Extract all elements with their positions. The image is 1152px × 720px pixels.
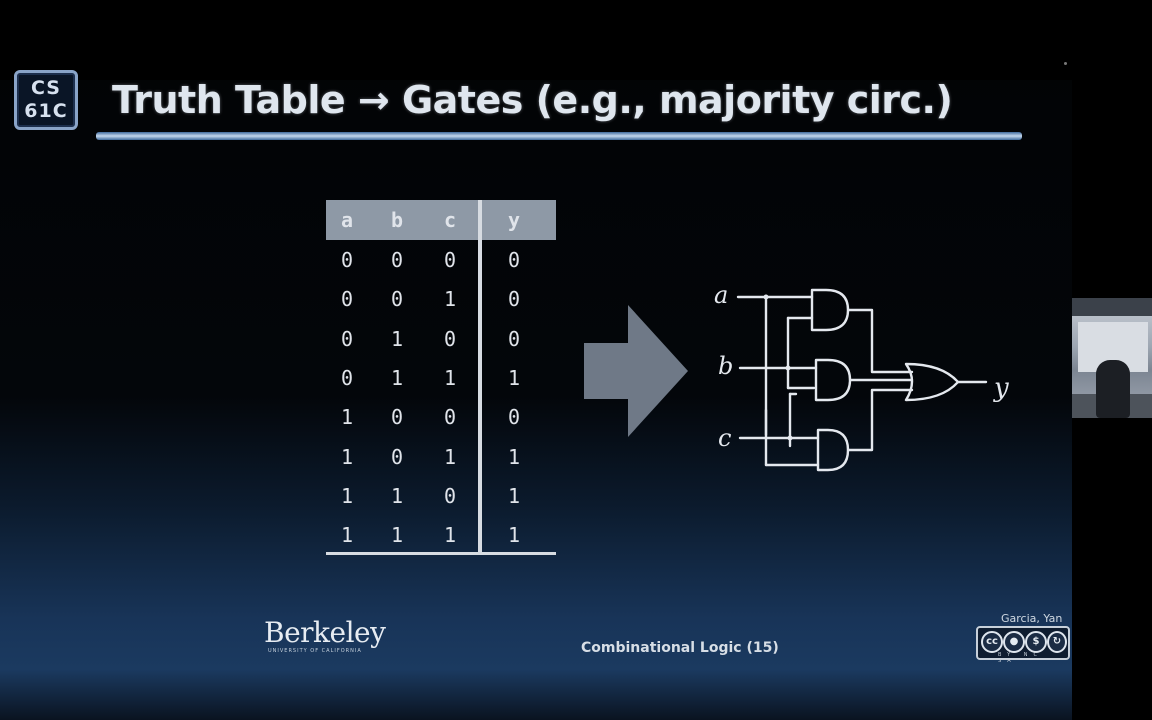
cell-a: 1: [340, 483, 354, 508]
cell-b: 1: [390, 523, 404, 548]
cs61c-logo: CS 61C: [14, 70, 78, 130]
cell-a: 0: [340, 248, 354, 272]
cell-c: 1: [443, 287, 457, 312]
webcam-thumbnail: [1072, 298, 1152, 418]
truth-table-header: a b c y: [326, 200, 556, 240]
title-underline: [96, 132, 1022, 140]
slide-title: Truth Table → Gates (e.g., majority circ…: [112, 78, 953, 122]
cell-y: 1: [507, 365, 521, 390]
cell-b: 1: [390, 483, 404, 508]
nc-icon: $: [1025, 631, 1047, 653]
header-c: c: [443, 208, 457, 232]
sa-icon: ↻: [1047, 631, 1067, 653]
input-a-label: a: [714, 281, 728, 309]
cell-b: 0: [390, 405, 404, 430]
right-arrow-icon: [584, 305, 688, 437]
input-c-label: c: [718, 424, 731, 452]
slide-footer-title: Combinational Logic (15): [581, 640, 779, 656]
cell-c: 0: [443, 483, 457, 508]
slide: CS 61C Truth Table → Gates (e.g., majori…: [0, 0, 1072, 720]
cell-a: 0: [340, 287, 354, 312]
cell-y: 1: [507, 444, 521, 469]
cell-y: 0: [507, 405, 521, 430]
logo-line1: CS: [31, 77, 61, 99]
majority-circuit-diagram: a b c y: [714, 281, 1009, 472]
cell-b: 0: [390, 248, 404, 272]
cell-a: 0: [340, 326, 354, 351]
presenter-silhouette: [1096, 360, 1130, 418]
cell-c: 1: [443, 523, 457, 548]
cell-c: 0: [443, 405, 457, 430]
by-icon: ●: [1003, 631, 1025, 653]
logo-line2: 61C: [24, 100, 68, 122]
cell-b: 1: [390, 365, 404, 390]
cell-a: 1: [340, 405, 354, 430]
license-labels: BY NC SA: [998, 652, 1044, 664]
cell-c: 1: [443, 365, 457, 390]
table-bottom-rule: [326, 552, 556, 555]
cell-b: 1: [390, 326, 404, 351]
cell-y: 1: [507, 483, 521, 508]
input-b-label: b: [718, 352, 733, 380]
cell-y: 0: [507, 248, 521, 272]
creative-commons-badge: cc ● $ ↻ BY NC SA: [976, 626, 1070, 664]
cc-icon: cc: [981, 631, 1003, 653]
cell-y: 1: [507, 523, 521, 548]
cell-c: 0: [443, 248, 457, 272]
output-y-label: y: [993, 373, 1009, 403]
cell-a: 1: [340, 523, 354, 548]
cell-b: 0: [390, 444, 404, 469]
truth-table: a b c y 0 0 0 0 0 0 1 0 0 1 0 0 0 1 1 1 1 0 0 0 1 0 1 1 1 1 0 1 1 1 1 1: [326, 200, 556, 554]
berkeley-logo: Berkeley: [264, 616, 386, 649]
authors: Garcia, Yan: [1001, 612, 1063, 625]
cell-c: 1: [443, 444, 457, 469]
header-y: y: [507, 208, 521, 232]
table-divider: [478, 200, 482, 554]
cell-y: 0: [507, 326, 521, 351]
header-a: a: [340, 208, 354, 232]
cell-c: 0: [443, 326, 457, 351]
header-b: b: [390, 208, 404, 232]
cell-y: 0: [507, 287, 521, 312]
cell-b: 0: [390, 287, 404, 312]
cell-a: 0: [340, 365, 354, 390]
berkeley-subtitle: UNIVERSITY OF CALIFORNIA: [268, 648, 362, 654]
cell-a: 1: [340, 444, 354, 469]
stray-dot: [1064, 62, 1067, 65]
